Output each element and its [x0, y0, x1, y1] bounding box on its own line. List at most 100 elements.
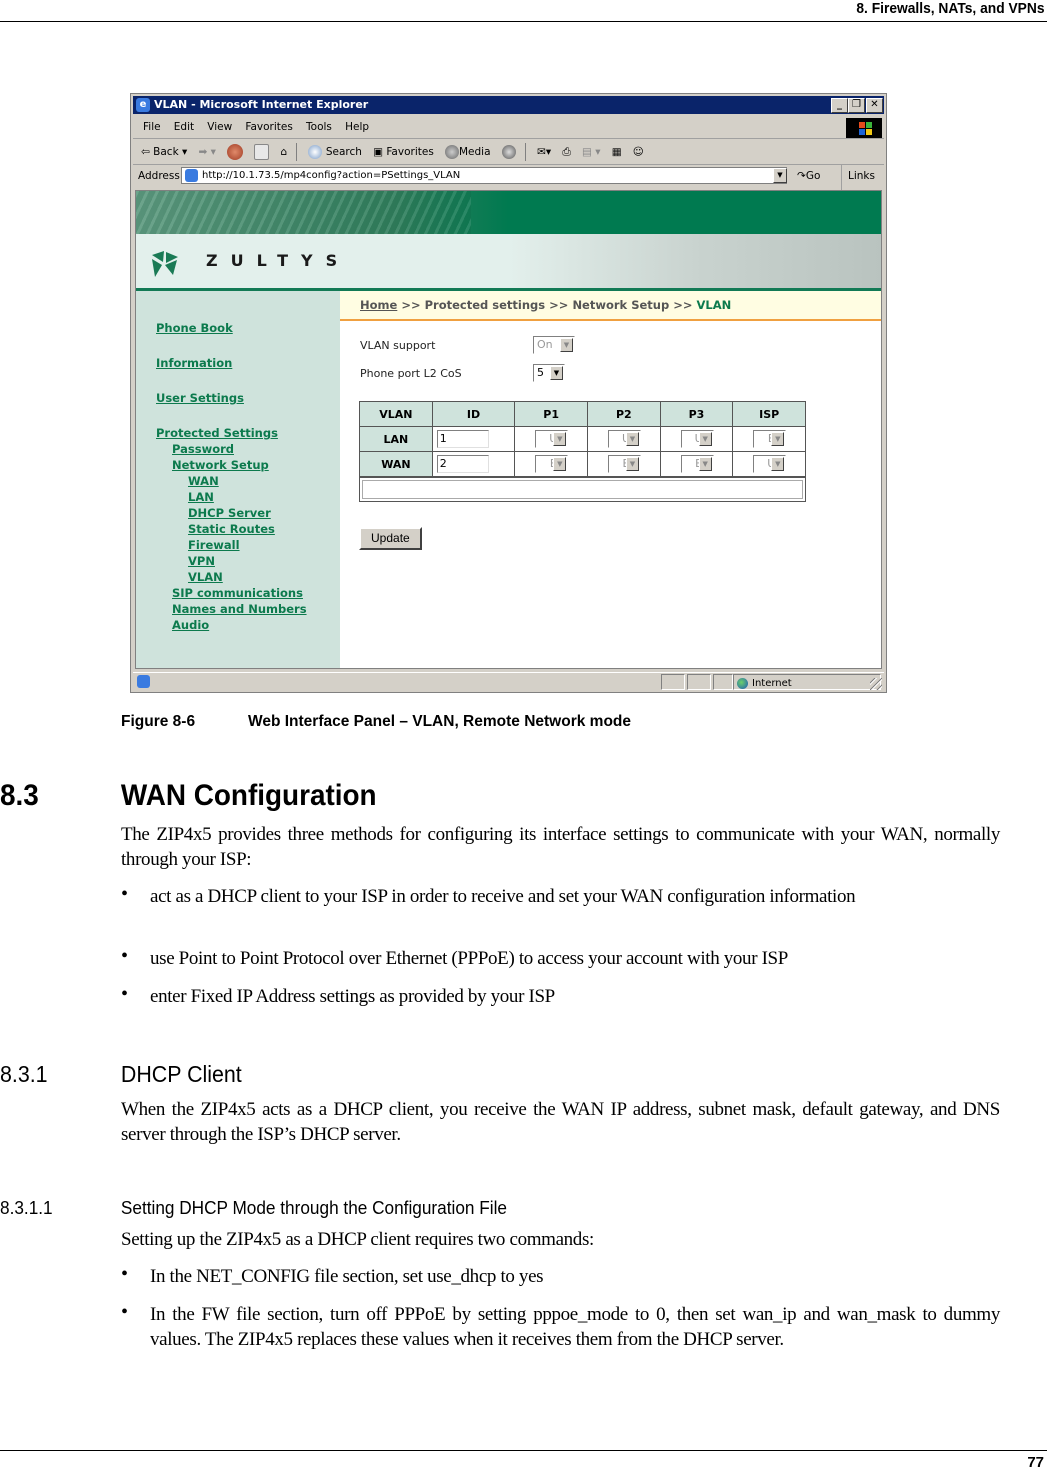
menu-help[interactable]: Help: [345, 121, 369, 133]
menu-favorites[interactable]: Favorites: [245, 121, 292, 133]
wan-isp-select[interactable]: U▼: [753, 455, 787, 473]
wan-id-input[interactable]: 2: [436, 455, 489, 473]
edit-button[interactable]: ▤ ▾: [582, 140, 601, 164]
section-title: DHCP Client: [120, 1061, 242, 1087]
breadcrumb-current: VLAN: [696, 298, 732, 312]
menu-view[interactable]: View: [207, 121, 232, 133]
address-label: Address: [138, 170, 180, 182]
vlan-support-select[interactable]: On ▼: [533, 336, 575, 354]
wan-p1-select[interactable]: E▼: [535, 455, 569, 473]
ie-logo-icon: e: [136, 98, 150, 112]
menu-tools[interactable]: Tools: [306, 121, 332, 133]
bullet-icon: •: [121, 983, 128, 1005]
chevron-down-icon: ▼: [771, 457, 785, 471]
nav-audio[interactable]: Audio: [172, 618, 209, 632]
table-message-row: [359, 477, 806, 502]
nav-vpn[interactable]: VPN: [188, 554, 215, 568]
nav-lan[interactable]: LAN: [188, 490, 214, 504]
status-bar: Internet: [133, 672, 884, 692]
nav-network-setup[interactable]: Network Setup: [172, 458, 269, 472]
forward-button[interactable]: ➡ ▾: [198, 140, 215, 164]
page-status-icon: [137, 675, 150, 688]
lan-p2-select[interactable]: U▼: [607, 430, 641, 448]
discuss-icon: ▦: [611, 146, 622, 158]
address-input[interactable]: http://10.1.73.5/mp4config?action=PSetti…: [181, 167, 787, 184]
section-title: Setting DHCP Mode through the Configurat…: [120, 1197, 507, 1218]
row-label-wan: WAN: [359, 451, 433, 477]
nav-user-settings[interactable]: User Settings: [156, 391, 244, 405]
chevron-down-icon: ▼: [560, 338, 573, 352]
breadcrumb-separator: >>: [401, 298, 421, 312]
nav-information[interactable]: Information: [156, 356, 232, 370]
content-area: Home >> Protected settings >> Network Se…: [340, 291, 881, 668]
nav-static-routes[interactable]: Static Routes: [188, 522, 275, 536]
print-button[interactable]: ⎙: [562, 140, 570, 164]
chevron-down-icon: ▼: [550, 366, 563, 380]
header-rule: [0, 21, 1047, 22]
address-dropdown-button[interactable]: ▼: [773, 168, 787, 183]
close-button[interactable]: ✕: [866, 98, 883, 113]
nav-names-and-numbers[interactable]: Names and Numbers: [172, 602, 307, 616]
figure-number: Figure 8-6: [121, 713, 196, 730]
word-edit-icon: ▤: [581, 146, 592, 158]
restore-button[interactable]: ❐: [848, 98, 865, 113]
search-button[interactable]: Search: [308, 140, 362, 164]
footer-rule: [0, 1450, 1047, 1451]
nav-dhcp-server[interactable]: DHCP Server: [188, 506, 271, 520]
menu-bar: File Edit View Favorites Tools Help: [133, 116, 884, 139]
security-zone: Internet: [737, 674, 792, 693]
go-button[interactable]: ↷Go: [797, 165, 820, 188]
media-icon: [444, 145, 459, 159]
section-number: 8.3.1: [0, 1061, 48, 1087]
home-button[interactable]: ⌂: [280, 140, 287, 164]
chevron-down-icon: ▼: [625, 432, 639, 446]
nav-protected-settings[interactable]: Protected Settings: [156, 426, 278, 440]
menu-file[interactable]: File: [143, 121, 161, 133]
figure-caption: Figure 8-6 Web Interface Panel – VLAN, Re…: [121, 713, 631, 731]
back-button[interactable]: ⇦ Back ▾: [141, 140, 187, 164]
breadcrumb-home[interactable]: Home: [360, 298, 397, 312]
nav-password[interactable]: Password: [172, 442, 234, 456]
history-button[interactable]: [501, 140, 516, 164]
vlan-table: VLAN ID P1 P2 P3 ISP LAN 1 U▼ U▼ U▼ E▼ W…: [359, 401, 806, 477]
nav-vlan[interactable]: VLAN: [188, 570, 223, 584]
favorites-button[interactable]: ▣ Favorites: [373, 140, 434, 164]
nav-wan[interactable]: WAN: [188, 474, 219, 488]
refresh-button[interactable]: [254, 140, 270, 164]
resize-grip[interactable]: [870, 678, 882, 690]
home-icon: ⌂: [280, 146, 288, 158]
page-viewport: ZULTYS Phone Book Information User Setti…: [135, 190, 882, 669]
bullet-icon: •: [121, 1301, 128, 1323]
messenger-icon: ☺: [632, 146, 644, 158]
refresh-icon: [254, 144, 270, 160]
breadcrumb-network: Network Setup: [572, 298, 670, 312]
media-button[interactable]: Media: [444, 140, 491, 164]
discuss-button[interactable]: ▦: [612, 140, 622, 164]
lan-id-input[interactable]: 1: [436, 430, 489, 448]
menu-edit[interactable]: Edit: [174, 121, 194, 133]
lan-p3-select[interactable]: U▼: [680, 430, 714, 448]
nav-phone-book[interactable]: Phone Book: [156, 321, 233, 335]
update-button[interactable]: Update: [359, 527, 422, 550]
lan-isp-select[interactable]: E▼: [753, 430, 787, 448]
wan-p3-select[interactable]: E▼: [680, 455, 714, 473]
l2-cos-select[interactable]: 5 ▼: [533, 364, 565, 382]
wan-p2-select[interactable]: E▼: [607, 455, 641, 473]
minimize-button[interactable]: _: [831, 98, 848, 113]
vlan-support-label: VLAN support: [360, 339, 436, 352]
bullet-item: • use Point to Point Protocol over Ethern…: [121, 945, 788, 969]
col-header-id: ID: [431, 401, 516, 427]
nav-sip-communications[interactable]: SIP communications: [172, 586, 303, 600]
toolbar-separator: [524, 143, 526, 161]
status-segment: [713, 674, 733, 690]
chevron-down-icon: ▼: [553, 432, 567, 446]
breadcrumb: Home >> Protected settings >> Network Se…: [360, 298, 731, 312]
section-heading-8-3-1: 8.3.1 DHCP Client: [0, 1061, 372, 1091]
stop-button[interactable]: [227, 140, 244, 164]
messenger-button[interactable]: ☺: [633, 140, 644, 164]
mail-button[interactable]: ✉▾: [537, 140, 551, 164]
paragraph: When the ZIP4x5 acts as a DHCP client, y…: [121, 1099, 1000, 1145]
nav-firewall[interactable]: Firewall: [188, 538, 240, 552]
paragraph: The ZIP4x5 provides three methods for co…: [121, 824, 1000, 870]
lan-p1-select[interactable]: U▼: [535, 430, 569, 448]
